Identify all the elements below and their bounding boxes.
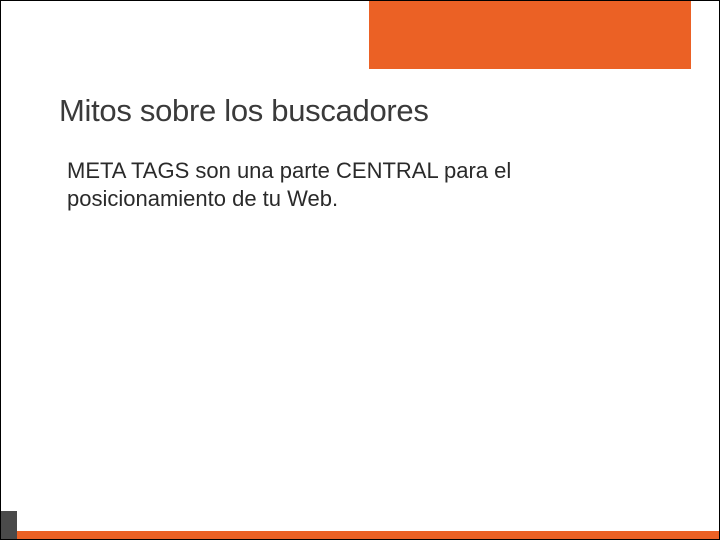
content-area: Mitos sobre los buscadores META TAGS son… <box>59 93 661 213</box>
slide-title: Mitos sobre los buscadores <box>59 93 661 129</box>
left-bar-decoration <box>1 511 17 539</box>
bottom-bar-decoration <box>17 531 719 539</box>
slide-container: Mitos sobre los buscadores META TAGS son… <box>0 0 720 540</box>
accent-box <box>369 1 691 69</box>
slide-body: META TAGS son una parte CENTRAL para el … <box>59 157 661 213</box>
